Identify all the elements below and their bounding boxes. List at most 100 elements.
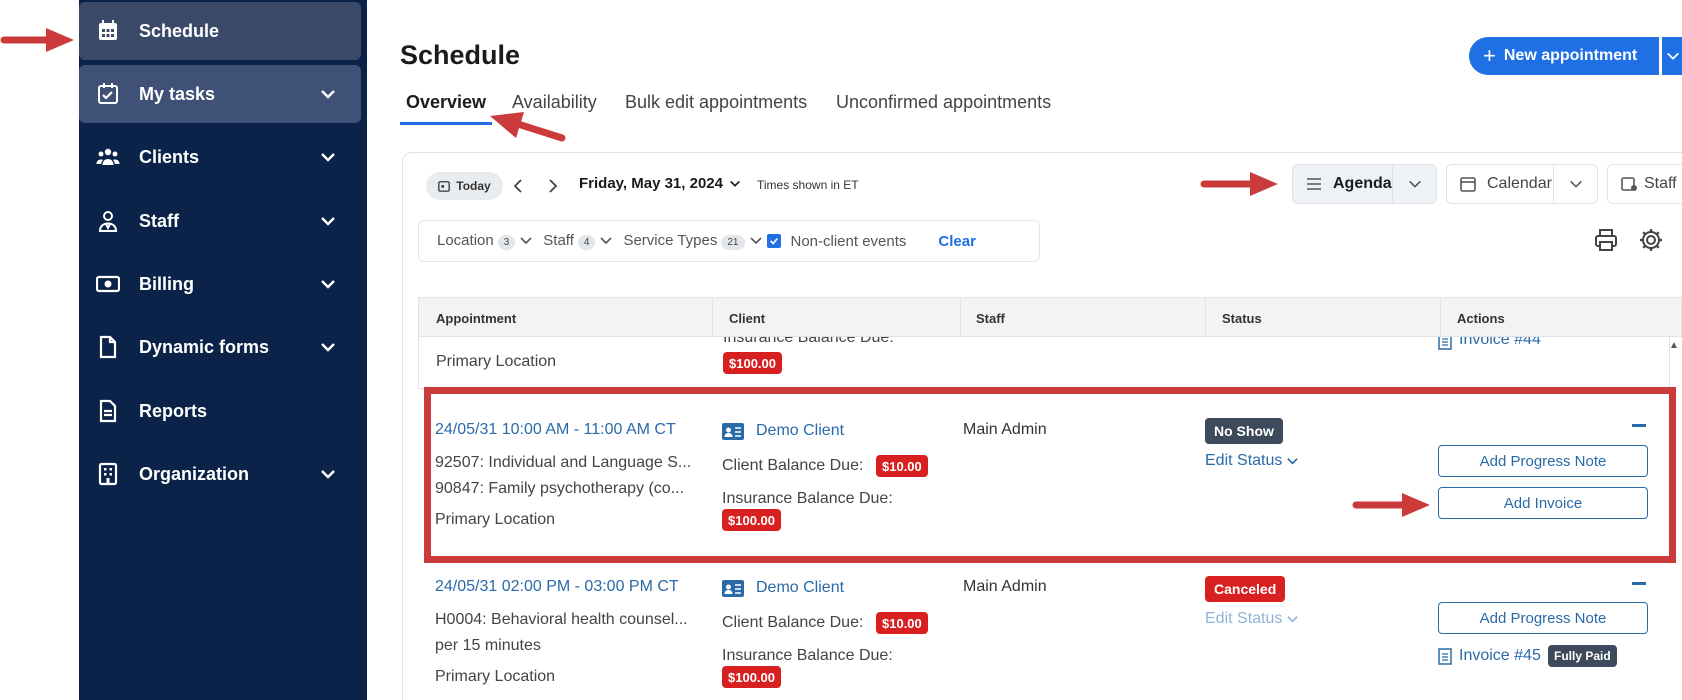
scrollbar-up-arrow[interactable]: ▲ bbox=[1669, 340, 1679, 351]
calendar-small-icon bbox=[438, 181, 451, 192]
column-divider bbox=[712, 298, 713, 338]
today-label: Today bbox=[456, 179, 491, 193]
client-balance-badge: $10.00 bbox=[876, 612, 928, 634]
column-header-client: Client bbox=[729, 311, 766, 326]
filter-location-label: Location bbox=[437, 232, 494, 249]
sidebar-item-label: Schedule bbox=[139, 20, 220, 41]
new-appointment-dropdown[interactable] bbox=[1661, 37, 1682, 75]
cash-icon bbox=[95, 271, 121, 297]
insurance-balance-badge: $100.00 bbox=[722, 666, 781, 688]
filter-service-types[interactable]: Service Types 21 bbox=[623, 232, 748, 250]
appointment-service: H0004: Behavioral health counsel... bbox=[435, 611, 688, 628]
sidebar-item-label: Organization bbox=[139, 463, 250, 484]
insurance-balance-badge: $100.00 bbox=[723, 352, 782, 374]
collapse-row-icon[interactable] bbox=[1632, 582, 1646, 585]
page-title: Schedule bbox=[400, 40, 521, 70]
calendar-person-icon bbox=[1621, 177, 1637, 191]
insurance-balance-label: Insurance Balance Due: bbox=[722, 647, 893, 664]
sidebar-item-organization[interactable]: Organization bbox=[79, 445, 361, 503]
view-agenda-button[interactable]: Agenda bbox=[1292, 164, 1437, 204]
filter-location-count: 3 bbox=[497, 235, 516, 250]
sidebar-item-label: Staff bbox=[139, 210, 179, 231]
gear-icon[interactable] bbox=[1638, 227, 1664, 253]
date-picker[interactable]: Friday, May 31, 2024 bbox=[579, 175, 741, 192]
appointment-service: per 15 minutes bbox=[435, 637, 541, 654]
tab-bulk-edit[interactable]: Bulk edit appointments bbox=[625, 92, 807, 113]
sidebar-item-dynamic-forms[interactable]: Dynamic forms bbox=[79, 318, 361, 376]
chevron-right-icon[interactable] bbox=[545, 176, 561, 196]
column-header-appointment: Appointment bbox=[436, 311, 517, 326]
sidebar-item-label: Clients bbox=[139, 146, 200, 167]
new-appointment-label: New appointment bbox=[1503, 47, 1638, 64]
appointment-location: Primary Location bbox=[435, 668, 556, 685]
calendar-icon bbox=[1460, 177, 1476, 192]
column-header-staff: Staff bbox=[976, 311, 1005, 326]
status-badge: Canceled bbox=[1205, 576, 1286, 602]
chevron-down-icon bbox=[1408, 180, 1421, 188]
client-balance-label: Client Balance Due: bbox=[722, 614, 864, 631]
chevron-down-icon[interactable] bbox=[519, 234, 533, 248]
calendar-dropdown[interactable] bbox=[1553, 165, 1597, 203]
today-button[interactable]: Today bbox=[426, 172, 503, 200]
new-appointment-button[interactable]: + New appointment bbox=[1469, 37, 1659, 75]
invoice-link[interactable]: Invoice #44 bbox=[1459, 337, 1541, 349]
document-icon bbox=[95, 334, 121, 360]
tab-overview[interactable]: Overview bbox=[406, 92, 486, 113]
sidebar-item-staff[interactable]: Staff bbox=[79, 192, 361, 250]
sidebar-item-label: Reports bbox=[139, 400, 208, 421]
sidebar-item-billing[interactable]: Billing bbox=[79, 255, 361, 313]
plus-icon: + bbox=[1483, 43, 1496, 68]
chevron-down-icon[interactable] bbox=[749, 234, 763, 248]
agenda-dropdown[interactable] bbox=[1392, 165, 1436, 203]
filter-location[interactable]: Location 3 bbox=[437, 232, 519, 250]
chevron-down-icon bbox=[730, 180, 740, 187]
client-name-link[interactable]: Demo Client bbox=[756, 579, 844, 597]
chevron-down-icon[interactable] bbox=[599, 234, 613, 248]
building-icon bbox=[95, 461, 121, 487]
column-divider bbox=[1205, 298, 1206, 338]
filter-staff[interactable]: Staff 4 bbox=[543, 232, 599, 250]
view-calendar-label: Calendar bbox=[1487, 175, 1552, 192]
invoice-status-badge: Fully Paid bbox=[1548, 645, 1617, 667]
sidebar-item-my-tasks[interactable]: My tasks bbox=[79, 65, 361, 123]
add-progress-note-button[interactable]: Add Progress Note bbox=[1438, 602, 1648, 634]
chevron-down-icon[interactable] bbox=[319, 338, 337, 356]
timezone-note: Times shown in ET bbox=[757, 178, 859, 192]
insurance-balance-label: Insurance Balance Due: bbox=[723, 337, 894, 346]
report-icon bbox=[95, 398, 121, 424]
view-staff-button[interactable]: Staff bbox=[1607, 164, 1682, 204]
non-client-label: Non-client events bbox=[790, 232, 907, 250]
column-divider bbox=[1440, 298, 1441, 338]
appointment-time-link[interactable]: 24/05/31 02:00 PM - 03:00 PM CT bbox=[435, 578, 679, 596]
view-calendar-button[interactable]: Calendar bbox=[1446, 164, 1598, 204]
chevron-down-icon[interactable] bbox=[319, 212, 337, 230]
column-header-actions: Actions bbox=[1457, 311, 1505, 326]
non-client-checkbox[interactable] bbox=[766, 234, 781, 248]
edit-status-dropdown[interactable]: Edit Status bbox=[1205, 610, 1299, 628]
sidebar-item-label: Dynamic forms bbox=[139, 336, 270, 357]
clear-filters-button[interactable]: Clear bbox=[938, 233, 976, 250]
filter-staff-count: 4 bbox=[577, 235, 596, 250]
annotation-arrow-icon bbox=[1352, 493, 1430, 517]
annotation-arrow-icon bbox=[1200, 172, 1278, 196]
chevron-down-icon[interactable] bbox=[319, 275, 337, 293]
active-tab-indicator bbox=[400, 122, 492, 125]
printer-icon[interactable] bbox=[1593, 227, 1619, 253]
table-row: Primary Location Insurance Balance Due: … bbox=[418, 337, 1670, 389]
chevron-down-icon bbox=[1667, 52, 1679, 60]
annotation-arrow-icon bbox=[490, 112, 566, 142]
edit-status-label: Edit Status bbox=[1205, 610, 1283, 627]
sidebar-item-clients[interactable]: Clients bbox=[79, 128, 361, 186]
list-icon bbox=[1307, 178, 1321, 190]
staff-name: Main Admin bbox=[963, 578, 1047, 595]
tab-unconfirmed[interactable]: Unconfirmed appointments bbox=[836, 92, 1051, 113]
chevron-down-icon[interactable] bbox=[319, 465, 337, 483]
sidebar-item-schedule[interactable]: Schedule bbox=[79, 2, 361, 60]
chevron-down-icon[interactable] bbox=[319, 148, 337, 166]
invoice-icon bbox=[1438, 648, 1452, 665]
invoice-link[interactable]: Invoice #45 bbox=[1459, 647, 1541, 665]
sidebar-item-reports[interactable]: Reports bbox=[79, 382, 361, 440]
chevron-left-icon[interactable] bbox=[510, 176, 526, 196]
chevron-down-icon[interactable] bbox=[319, 85, 337, 103]
group-icon bbox=[95, 144, 121, 170]
